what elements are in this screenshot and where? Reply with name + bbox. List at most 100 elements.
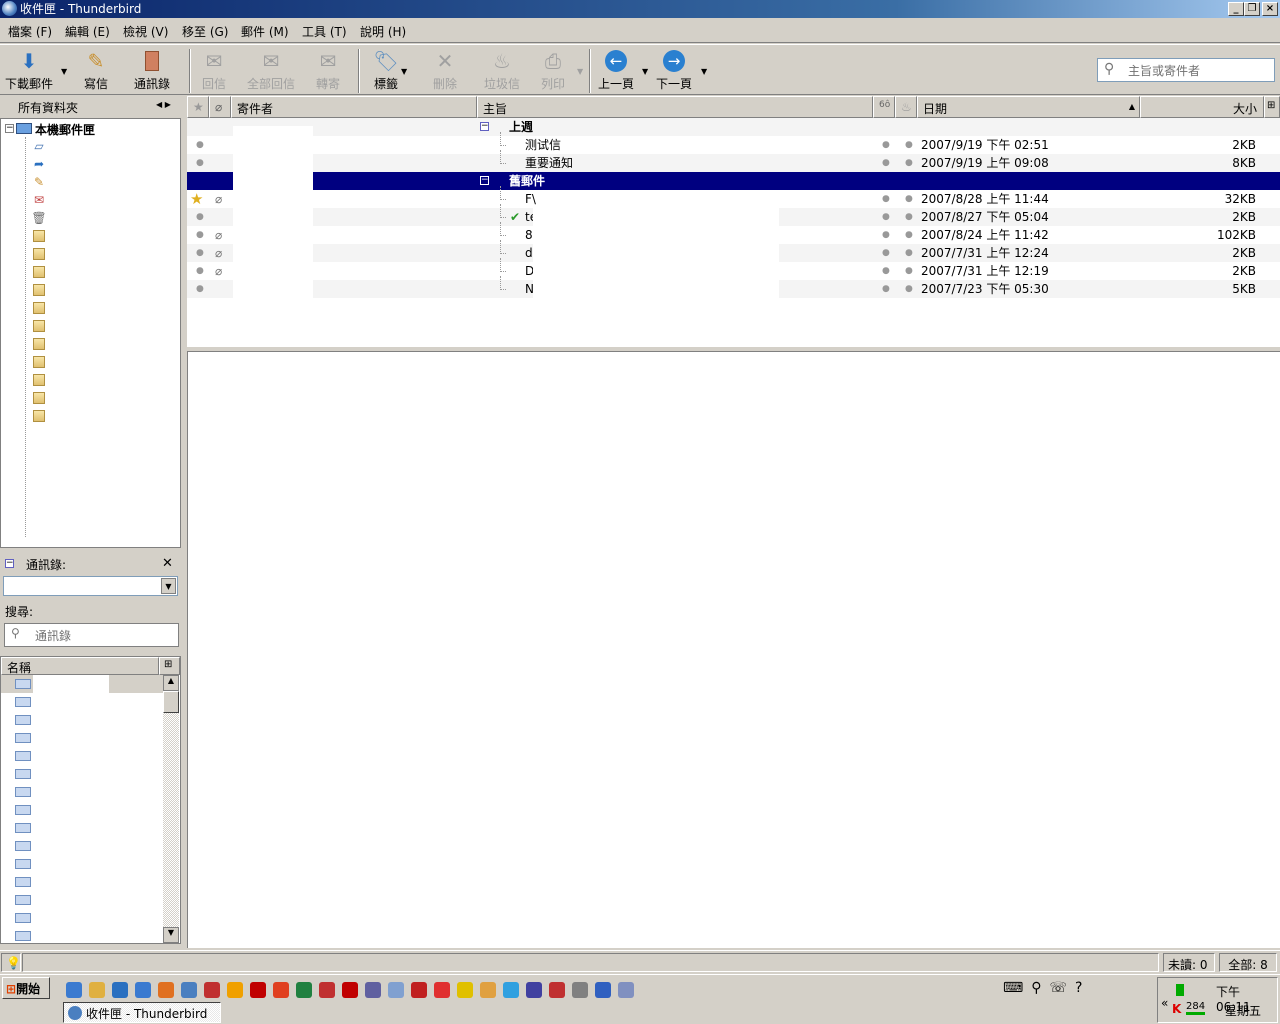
folder-splitter[interactable] — [181, 96, 187, 948]
junk-status-dot[interactable]: ● — [905, 280, 913, 298]
menu-view[interactable]: 檢視 (V) — [123, 23, 168, 40]
folder-icon[interactable] — [33, 320, 45, 332]
date-column-header[interactable]: 日期 ▲ — [917, 96, 1140, 118]
kaspersky-icon[interactable]: K — [1172, 1002, 1181, 1016]
column-picker-icon[interactable]: ⊞ — [1264, 96, 1280, 118]
next-dropdown[interactable]: ▼ — [701, 67, 707, 76]
restore-button[interactable]: ❐ — [1244, 2, 1260, 16]
address-book-button[interactable]: 通訊錄 — [132, 49, 172, 92]
attachment-column-icon[interactable]: ⌀ — [209, 96, 231, 118]
quick-launch-icon[interactable] — [365, 982, 381, 998]
folder-icon[interactable] — [33, 284, 45, 296]
folder-icon[interactable] — [33, 392, 45, 404]
quick-launch-icon[interactable] — [480, 982, 496, 998]
close-icon[interactable]: ✕ — [162, 556, 173, 571]
star-toggle[interactable]: ● — [196, 262, 204, 280]
quick-launch-icon[interactable] — [204, 982, 220, 998]
quick-launch-icon[interactable] — [503, 982, 519, 998]
contact-card-icon[interactable] — [15, 913, 31, 923]
quick-launch-icon[interactable] — [227, 982, 243, 998]
folder-icon[interactable] — [33, 356, 45, 368]
quick-launch-icon[interactable] — [181, 982, 197, 998]
read-status-dot[interactable]: ● — [882, 280, 890, 298]
contact-card-icon[interactable] — [15, 715, 31, 725]
junk-column-icon[interactable]: ♨ — [895, 96, 917, 118]
message-row[interactable]: ★ ⌀ F\ ● ● 2007/8/28 上午 11:44 32KB — [187, 186, 1280, 208]
quick-launch-icon[interactable] — [112, 982, 128, 998]
trash-icon[interactable]: 🗑 — [31, 211, 47, 225]
junk-status-dot[interactable]: ● — [905, 136, 913, 154]
junk-status-dot[interactable]: ● — [905, 208, 913, 226]
thread-group-row[interactable]: − 舊郵件 — [187, 172, 1280, 190]
quick-launch-icon[interactable] — [434, 982, 450, 998]
contact-card-icon[interactable] — [15, 859, 31, 869]
contact-card-icon[interactable] — [15, 751, 31, 761]
quick-launch-icon[interactable] — [549, 982, 565, 998]
quick-launch-icon[interactable] — [595, 982, 611, 998]
contact-card-icon[interactable] — [15, 679, 31, 689]
quick-launch-icon[interactable] — [572, 982, 588, 998]
collapse-toggle[interactable]: − — [480, 176, 489, 185]
junk-status-dot[interactable]: ● — [905, 190, 913, 208]
size-column-header[interactable]: 大小 — [1140, 96, 1264, 118]
read-status-dot[interactable]: ● — [882, 244, 890, 262]
delete-button[interactable]: ✕ 刪除 — [430, 49, 460, 92]
quick-launch-icon[interactable] — [526, 982, 542, 998]
contact-card-icon[interactable] — [15, 931, 31, 941]
quick-launch-icon[interactable] — [457, 982, 473, 998]
folder-icon[interactable] — [33, 374, 45, 386]
quick-launch-icon[interactable] — [411, 982, 427, 998]
taskbar-task-thunderbird[interactable]: 收件匣 - Thunderbird — [63, 1002, 221, 1023]
star-column-icon[interactable]: ★ — [187, 96, 209, 118]
print-dropdown[interactable]: ▼ — [577, 67, 583, 76]
quick-launch-icon[interactable] — [135, 982, 151, 998]
star-toggle[interactable]: ● — [196, 280, 204, 298]
quick-search-input[interactable]: ⚲ 主旨或寄件者 — [1097, 58, 1275, 82]
folder-icon[interactable] — [33, 230, 45, 242]
read-column-icon[interactable]: 6ô — [873, 96, 895, 118]
quick-launch-icon[interactable] — [319, 982, 335, 998]
junk-status-dot[interactable]: ● — [905, 154, 913, 172]
contact-card-icon[interactable] — [15, 787, 31, 797]
back-dropdown[interactable]: ▼ — [642, 67, 648, 76]
toolbar-tray-icons[interactable]: ⌨⚲☏? — [1003, 980, 1090, 996]
sent-arrow-icon[interactable]: ➦ — [31, 157, 47, 171]
junk-status-dot[interactable]: ● — [905, 262, 913, 280]
menu-edit[interactable]: 編輯 (E) — [65, 23, 110, 40]
quick-launch-icon[interactable] — [618, 982, 634, 998]
message-row[interactable]: ● 测试信 ● ● 2007/9/19 下午 02:51 2KB — [187, 132, 1280, 154]
quick-launch-icon[interactable] — [66, 982, 82, 998]
print-button[interactable]: ⎙ 列印 — [538, 49, 568, 92]
scroll-thumb[interactable] — [163, 691, 179, 713]
menu-help[interactable]: 說明 (H) — [360, 23, 406, 40]
quick-launch-icon[interactable] — [342, 982, 358, 998]
thread-group-row[interactable]: − 上週 — [187, 118, 1280, 136]
star-toggle[interactable]: ● — [196, 208, 204, 226]
read-status-dot[interactable]: ● — [882, 136, 890, 154]
read-status-dot[interactable]: ● — [882, 190, 890, 208]
contact-card-icon[interactable] — [15, 697, 31, 707]
star-icon[interactable]: ★ — [190, 190, 203, 208]
collapse-toggle[interactable]: − — [480, 122, 489, 131]
message-row[interactable]: ● 重要通知 ● ● 2007/9/19 上午 09:08 8KB — [187, 150, 1280, 172]
local-folders-root[interactable]: 本機郵件匣 — [35, 121, 95, 138]
templates-envelope-icon[interactable]: ✉ — [31, 193, 47, 207]
star-toggle[interactable]: ● — [196, 154, 204, 172]
quick-launch-icon[interactable] — [296, 982, 312, 998]
folder-icon[interactable] — [33, 338, 45, 350]
quick-launch-icon[interactable] — [388, 982, 404, 998]
junk-status-dot[interactable]: ● — [905, 244, 913, 262]
folder-icon[interactable] — [33, 266, 45, 278]
collapse-toggle[interactable]: − — [5, 124, 14, 133]
inbox-icon[interactable]: ▱ — [31, 139, 47, 153]
drafts-pencil-icon[interactable]: ✎ — [31, 175, 47, 189]
scroll-up-arrow[interactable]: ▲ — [163, 675, 179, 691]
junk-button[interactable]: ♨ 垃圾信 — [482, 49, 522, 92]
back-button[interactable]: ← 上一頁 — [597, 49, 635, 92]
minimize-button[interactable]: _ — [1228, 2, 1244, 16]
menu-message[interactable]: 郵件 (M) — [241, 23, 289, 40]
forward-button[interactable]: ✉ 轉寄 — [313, 49, 343, 92]
collapse-toggle[interactable]: − — [5, 559, 14, 568]
column-picker-icon[interactable]: ⊞ — [159, 657, 180, 675]
read-status-dot[interactable]: ● — [882, 154, 890, 172]
